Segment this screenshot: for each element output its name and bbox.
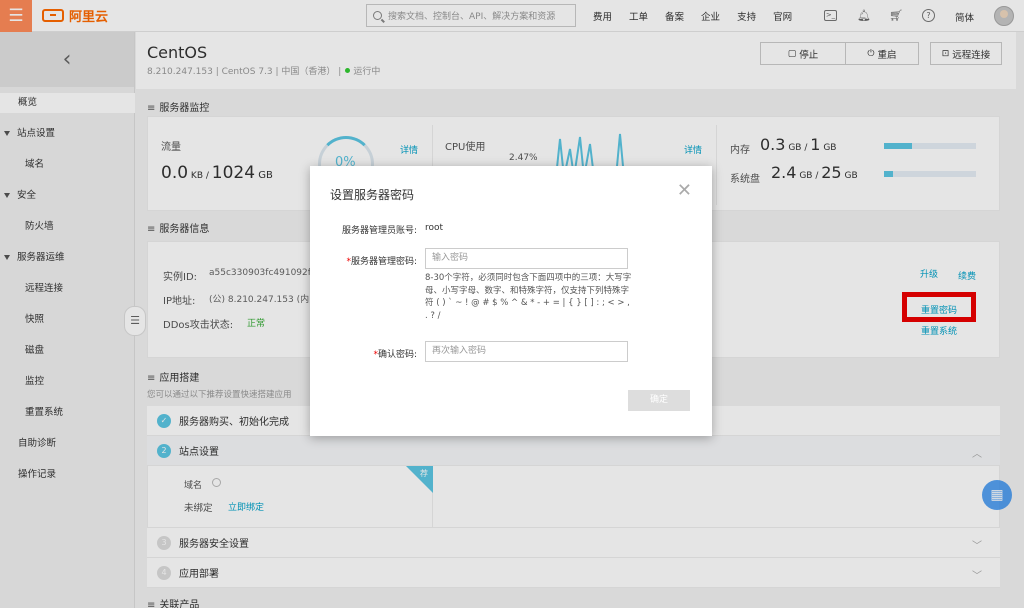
set-password-dialog: 设置服务器密码 ✕ 服务器管理员账号: root *服务器管理密码: 输入密码 … — [310, 166, 712, 436]
password-label-text: 服务器管理密码: — [350, 257, 417, 267]
close-icon[interactable]: ✕ — [677, 180, 692, 201]
account-label: 服务器管理员账号: — [341, 226, 417, 236]
account-value: root — [425, 223, 444, 233]
dialog-title: 设置服务器密码 — [330, 188, 415, 202]
password-input[interactable]: 输入密码 — [425, 248, 628, 269]
confirm-button[interactable]: 确定 — [628, 390, 690, 411]
confirm-password-input[interactable]: 再次输入密码 — [425, 341, 628, 362]
confirm-label: *确认密码: — [373, 350, 417, 360]
password-label: *服务器管理密码: — [346, 257, 417, 267]
confirm-label-text: 确认密码: — [377, 350, 417, 360]
password-rules-hint: 8-30个字符，必须同时包含下面四项中的三项：大写字母、小写字母、数字、和特殊字… — [425, 273, 632, 321]
